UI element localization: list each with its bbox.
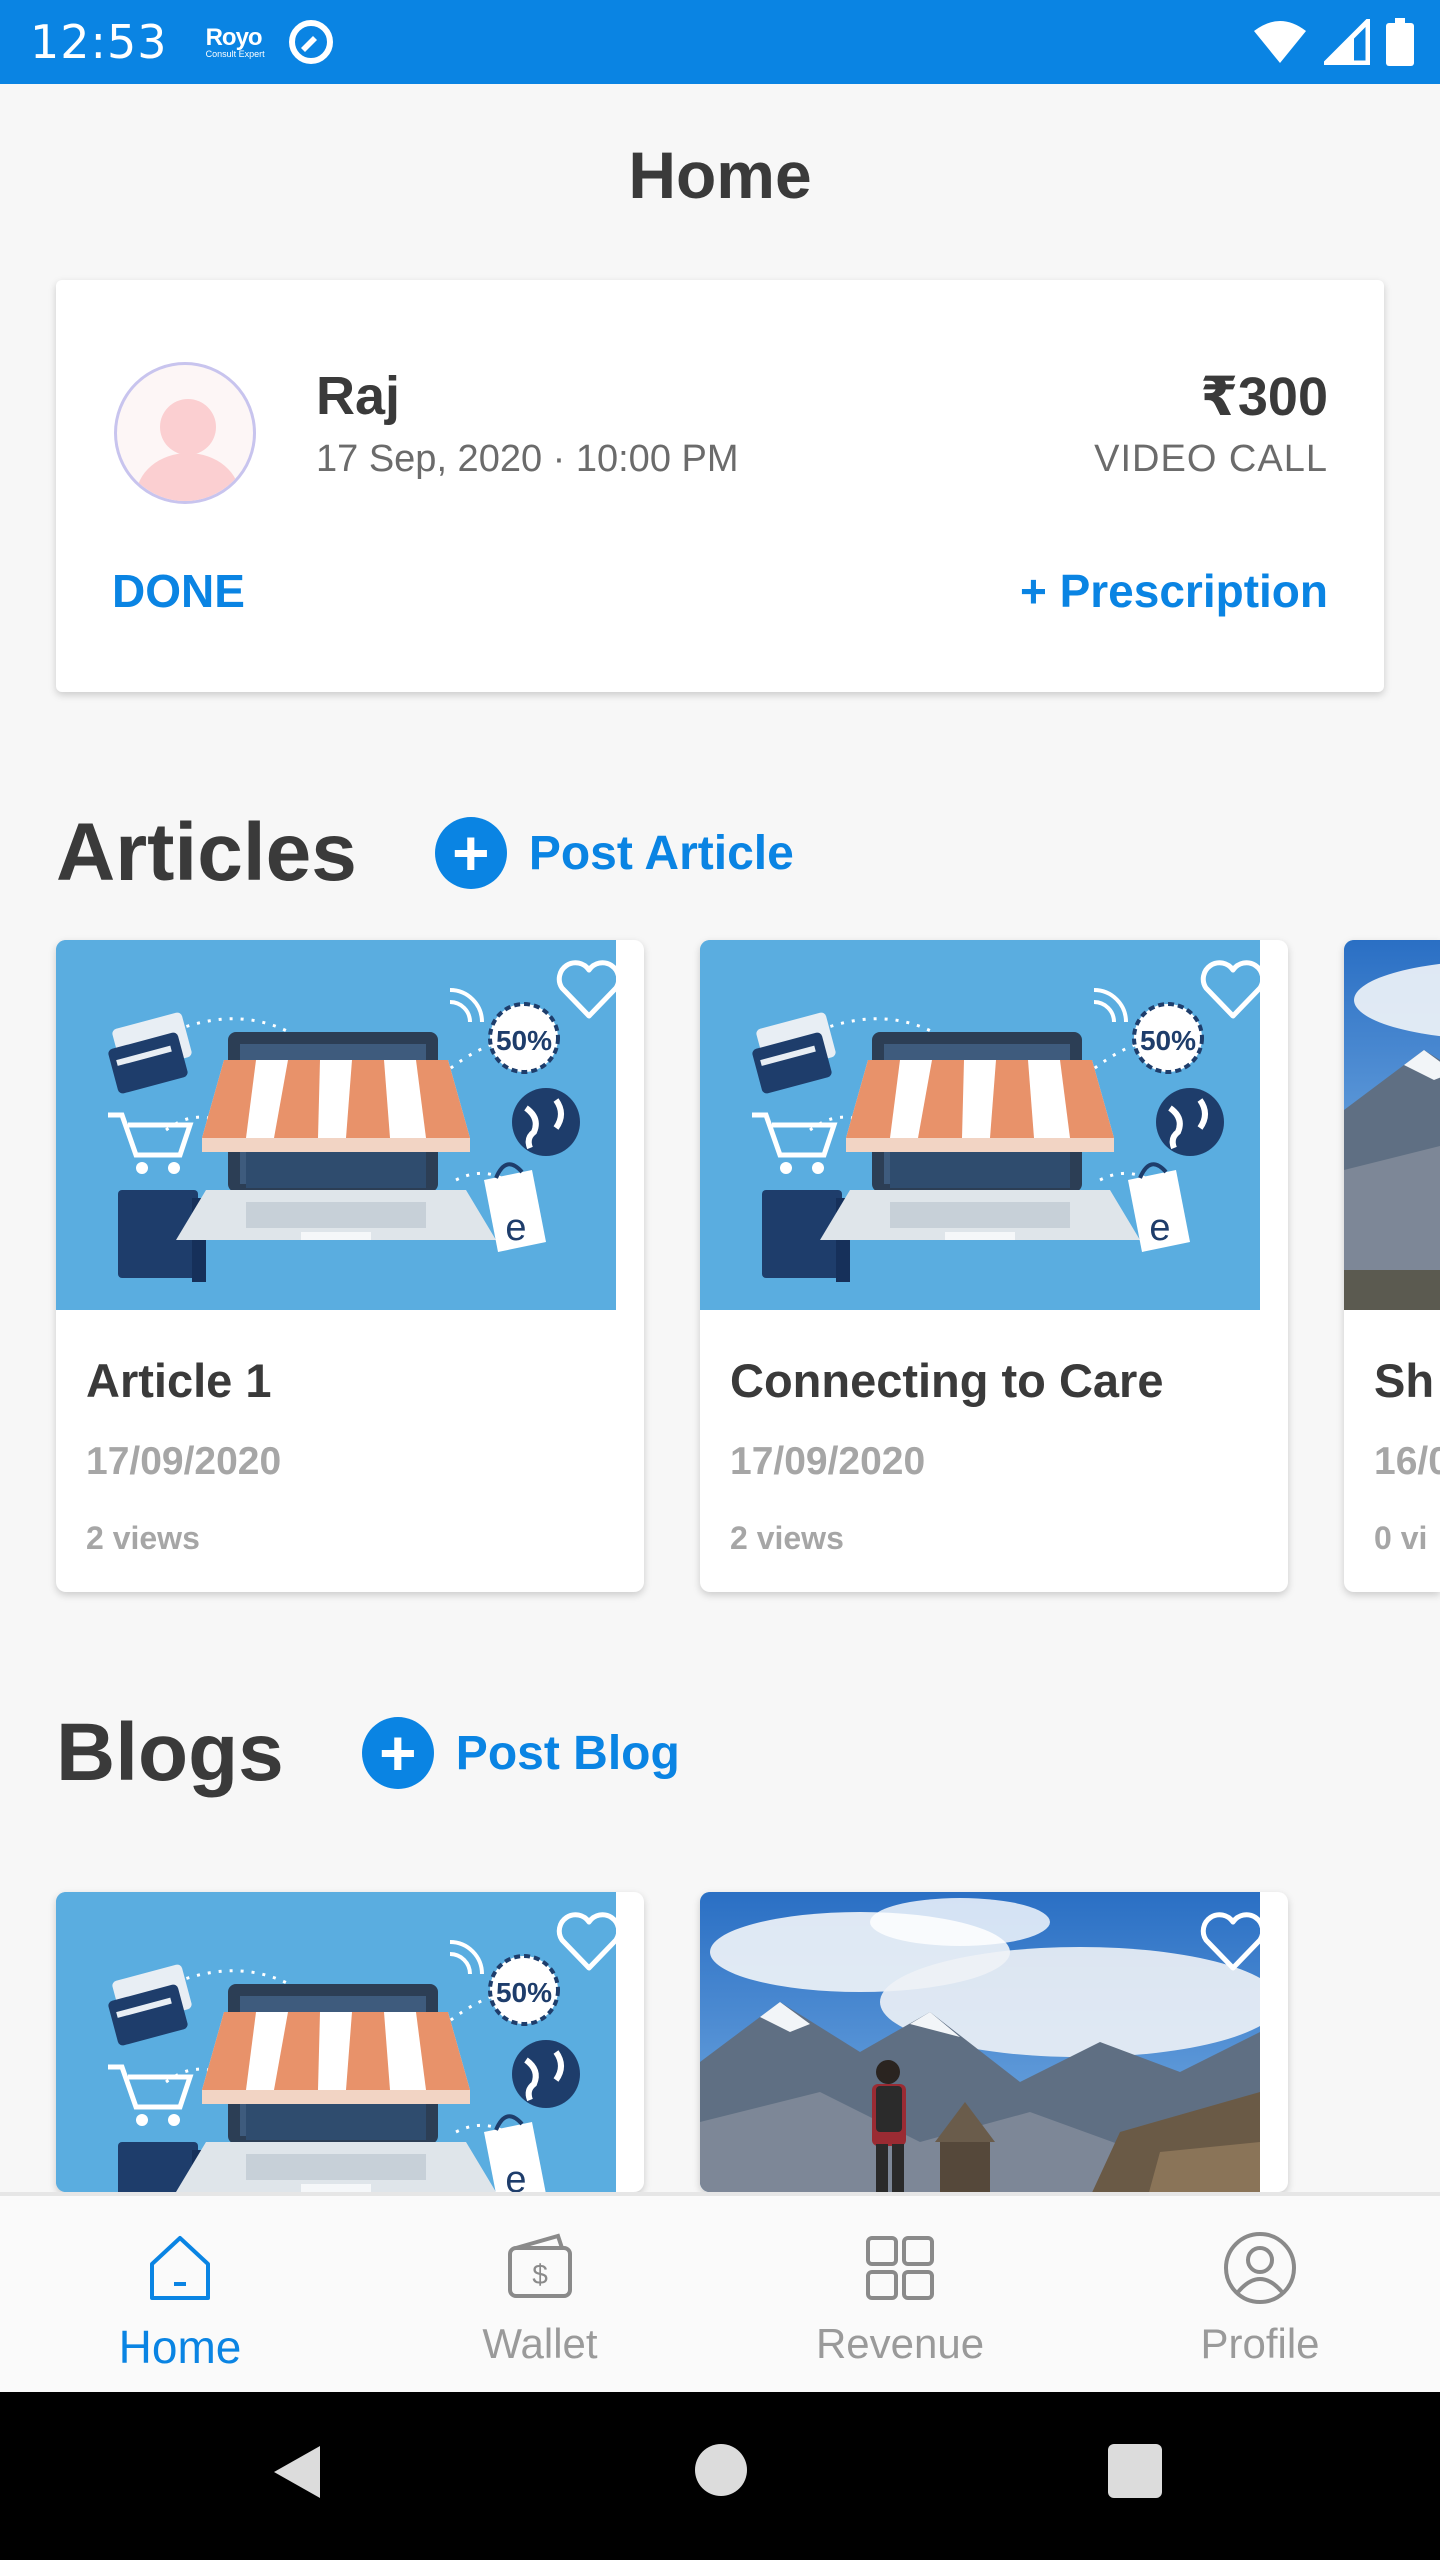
articles-title: Articles (56, 807, 357, 898)
post-article-label: Post Article (528, 826, 794, 880)
article-views: 2 views (730, 1520, 844, 1556)
home-circle-icon[interactable] (695, 2444, 747, 2496)
done-button[interactable]: DONE (112, 564, 245, 618)
recents-icon[interactable] (1108, 2444, 1162, 2498)
blog-image (700, 1892, 1260, 2192)
article-date: 17/09/2020 (730, 1440, 926, 1483)
article-card[interactable]: Connecting to Care 17/09/2020 2 views (700, 940, 1288, 1592)
article-title: Connecting to Care (730, 1354, 1164, 1407)
article-title: Article 1 (86, 1354, 272, 1407)
wifi-icon (1254, 21, 1306, 63)
home-icon (150, 2236, 210, 2300)
plus-icon: + (434, 817, 507, 889)
nav-item-revenue[interactable]: Revenue (720, 2196, 1080, 2392)
status-bar: 12:53 Royo Consult Expert (0, 0, 1440, 84)
article-views: 0 vi (1374, 1520, 1428, 1556)
wallet-icon: $ (508, 2233, 572, 2298)
heart-icon[interactable] (1198, 958, 1268, 1022)
notification-app-icon (288, 20, 333, 64)
article-image (700, 940, 1260, 1310)
bottom-nav: Home $ Wallet Revenue Profile (0, 2192, 1440, 2392)
article-date: 17/09/2020 (86, 1440, 282, 1483)
plus-icon: + (361, 1717, 434, 1789)
nav-item-wallet[interactable]: $ Wallet (360, 2196, 720, 2392)
article-date: 16/0 (1374, 1440, 1440, 1483)
app-header: Home (0, 84, 1440, 280)
blog-image (56, 1892, 616, 2192)
blogs-header: Blogs + Post Blog (56, 1706, 680, 1800)
heart-icon[interactable] (554, 958, 624, 1022)
svg-text:$: $ (532, 2259, 548, 2290)
blog-card[interactable] (56, 1892, 644, 2192)
blog-card[interactable] (700, 1892, 1288, 2192)
appointment-datetime: 17 Sep, 2020 · 10:00 PM (316, 438, 739, 480)
nav-item-home[interactable]: Home (0, 2196, 360, 2392)
nav-label: Wallet (482, 2320, 598, 2367)
grid-icon (866, 2236, 934, 2300)
appointment-card[interactable]: Raj 17 Sep, 2020 · 10:00 PM ₹300 VIDEO C… (56, 280, 1384, 692)
nav-label: Home (118, 2321, 242, 2373)
articles-header: Articles + Post Article (56, 806, 794, 900)
default-user-icon (136, 399, 240, 501)
profile-icon (1224, 2232, 1296, 2304)
article-title: Sh (1374, 1354, 1435, 1407)
article-image (1344, 940, 1440, 1310)
system-nav-bar (0, 2392, 1440, 2560)
article-card[interactable]: Article 1 17/09/2020 2 views (56, 940, 644, 1592)
status-time: 12:53 (30, 15, 168, 69)
brand-logo: Royo Consult Expert (205, 23, 265, 59)
add-prescription-button[interactable]: + Prescription (1020, 564, 1328, 618)
back-icon[interactable] (270, 2442, 324, 2502)
page-title: Home (628, 138, 812, 212)
post-blog-button[interactable]: + Post Blog (361, 1717, 680, 1789)
blogs-title: Blogs (56, 1707, 284, 1798)
heart-icon[interactable] (554, 1910, 624, 1974)
nav-label: Revenue (815, 2320, 985, 2367)
nav-item-profile[interactable]: Profile (1080, 2196, 1440, 2392)
appointment-price: ₹300 (1200, 367, 1328, 427)
nav-label: Profile (1200, 2320, 1320, 2367)
post-blog-label: Post Blog (455, 1726, 680, 1780)
article-card[interactable]: Sh 16/0 0 vi (1344, 940, 1440, 1592)
signal-icon (1324, 19, 1370, 65)
patient-name: Raj (316, 366, 401, 426)
article-views: 2 views (86, 1520, 200, 1556)
battery-icon (1386, 18, 1414, 66)
article-image (56, 940, 616, 1310)
heart-icon[interactable] (1198, 1910, 1268, 1974)
avatar (114, 362, 256, 504)
appointment-type: VIDEO CALL (1094, 438, 1328, 480)
status-icons (1252, 18, 1414, 66)
post-article-button[interactable]: + Post Article (434, 817, 794, 889)
brand-subtitle: Consult Expert (205, 48, 265, 59)
brand-name: Royo (205, 23, 263, 51)
